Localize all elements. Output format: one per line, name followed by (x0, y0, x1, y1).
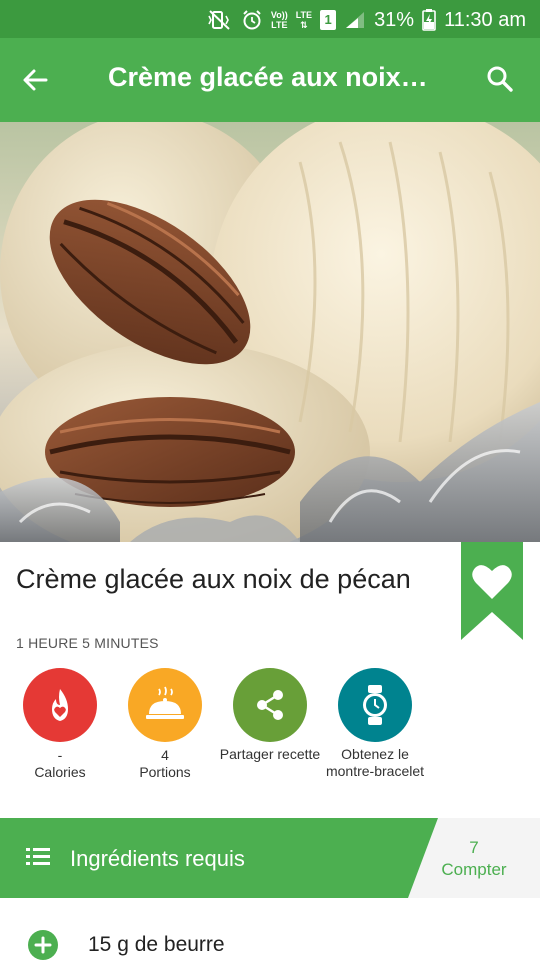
status-bar: Vo)) LTE LTE ⇅ 1 31% 11:30 am (0, 0, 540, 38)
get-watch-button[interactable]: Obtenez le montre-bracelet (320, 668, 430, 780)
portions-label: Portions (139, 764, 191, 780)
recipe-time: 1 HEURE 5 MINUTES (16, 635, 159, 651)
plus-icon (34, 936, 52, 954)
app-bar: Crème glacée aux noix… (0, 38, 540, 122)
portions-circle (128, 668, 202, 742)
recipe-actions: - Calories 4 Portions Partager recette O… (0, 668, 540, 808)
ingredients-title: Ingrédients requis (70, 846, 245, 871)
watch-icon (363, 685, 387, 725)
signal-icon (344, 10, 366, 30)
lte-icon: LTE ⇅ (295, 10, 313, 30)
search-icon (487, 66, 513, 92)
ingredient-text: 15 g de beurre (88, 933, 225, 956)
sim-icon: 1 (320, 10, 337, 30)
search-button[interactable] (480, 60, 520, 100)
recipe-photo (0, 122, 540, 542)
volte-icon: Vo)) LTE (271, 10, 288, 30)
calories-label: Calories (34, 764, 86, 780)
heart-icon (461, 542, 523, 640)
battery-charging-icon (422, 9, 436, 31)
ingredient-count-label: Compter (441, 860, 507, 879)
calories-circle (23, 668, 97, 742)
list-icon (26, 848, 50, 865)
recipe-title: Crème glacée aux noix de pécan (16, 564, 411, 594)
share-recipe-button[interactable]: Partager recette (215, 668, 325, 763)
calories-flame-icon (52, 689, 68, 721)
page-title: Crème glacée aux noix… (108, 62, 428, 92)
status-icons: Vo)) LTE LTE ⇅ 1 31% 11:30 am (207, 6, 526, 34)
calories-value: - (57, 747, 63, 763)
share-circle (233, 668, 307, 742)
share-icon (257, 690, 283, 720)
calories-button[interactable]: - Calories (5, 668, 115, 781)
vibrate-mute-icon (207, 9, 233, 31)
alarm-icon (241, 9, 263, 31)
lte-text: LTE (295, 10, 313, 20)
battery-percent: 31% (374, 8, 415, 31)
favorite-bookmark-button[interactable] (461, 542, 523, 640)
back-button[interactable] (16, 60, 56, 100)
clock: 11:30 am (444, 8, 526, 31)
watch-label: Obtenez le montre-bracelet (325, 746, 425, 779)
volte-bottom-text: LTE (271, 20, 288, 30)
portions-button[interactable]: 4 Portions (110, 668, 220, 781)
arrow-back-icon (23, 69, 48, 91)
watch-circle (338, 668, 412, 742)
pecan-ice-cream-illustration (0, 122, 540, 542)
volte-top-text: Vo)) (270, 10, 288, 20)
serving-dish-icon (146, 686, 184, 719)
add-ingredient-button[interactable] (28, 930, 58, 960)
ingredient-row[interactable]: 15 g de beurre (0, 918, 540, 960)
share-label: Partager recette (219, 746, 321, 762)
portions-value: 4 (161, 747, 169, 763)
